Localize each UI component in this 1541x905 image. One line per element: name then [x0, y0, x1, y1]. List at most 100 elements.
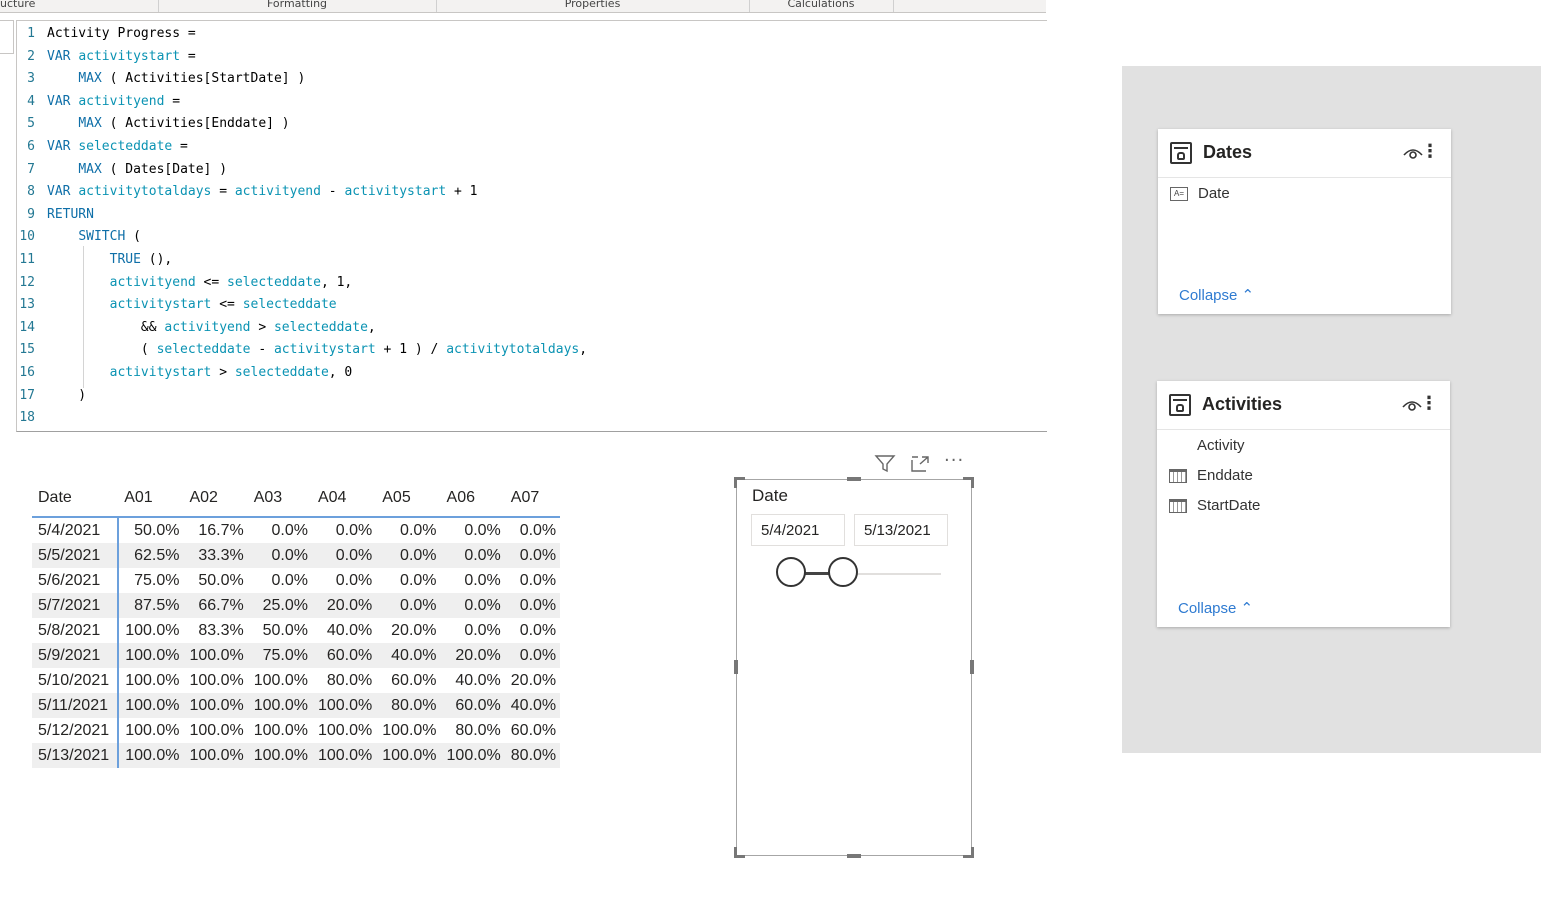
table-icon	[1170, 142, 1192, 164]
resize-handle-right[interactable]	[970, 660, 974, 674]
column-header[interactable]: A02	[183, 480, 248, 518]
cell-value: 33.3%	[183, 543, 248, 568]
table-card-dates[interactable]: Dates ⋮ A= Date Collapse ⌃	[1158, 129, 1451, 314]
code-lines: 1 Activity Progress = 2 VAR activitystart =…	[17, 23, 587, 430]
table-card-header[interactable]: Activities ⋮	[1157, 381, 1450, 430]
column-header[interactable]: A03	[247, 480, 312, 518]
code-line[interactable]: 7 MAX ( Dates[Date] )	[17, 159, 587, 182]
resize-handle-top[interactable]	[847, 477, 861, 481]
code-text: Activity Progress =	[47, 26, 196, 41]
cell-value: 50.0%	[198, 571, 244, 589]
table-card-activities[interactable]: Activities ⋮ Activity Enddate StartDate …	[1157, 381, 1450, 627]
cell-value: 100.0%	[247, 743, 312, 768]
code-text: && activityend > selecteddate,	[47, 313, 376, 343]
visibility-eye-icon[interactable]	[1403, 145, 1423, 164]
cell-value: 100.0%	[118, 743, 184, 768]
cell-value: 80.0%	[504, 743, 561, 768]
code-text: activityend <= selecteddate, 1,	[47, 268, 352, 298]
tab-calculations[interactable]: Calculations	[749, 0, 893, 11]
end-date-input[interactable]: 5/13/2021	[854, 514, 948, 546]
code-line[interactable]: 1 Activity Progress =	[17, 23, 587, 46]
line-number: 7	[27, 161, 35, 177]
column-header[interactable]: A05	[376, 480, 441, 518]
line-number: 16	[19, 364, 35, 380]
table-row: 5/7/2021 87.5% 66.7% 25.0% 20.0% 0.0% 0.0% 0.0%	[32, 593, 561, 618]
tab-structure[interactable]: ucture	[0, 0, 40, 11]
table-card-header[interactable]: Dates ⋮	[1158, 129, 1451, 178]
field-date[interactable]: A= Date	[1170, 185, 1230, 202]
code-line[interactable]: 2 VAR activitystart =	[17, 46, 587, 69]
date-slicer[interactable]: Date 5/4/2021 5/13/2021	[734, 477, 974, 858]
code-line[interactable]: 18	[17, 407, 587, 430]
field-activity[interactable]: Activity	[1169, 437, 1245, 454]
cell-value: 50.0%	[134, 521, 180, 539]
more-options-icon[interactable]: ⋮	[1421, 141, 1439, 162]
code-line[interactable]: 3 MAX ( Activities[StartDate] )	[17, 68, 587, 91]
table-icon	[1169, 394, 1191, 416]
code-line[interactable]: 14 && activityend > selecteddate,	[17, 313, 587, 343]
matrix-visual[interactable]: Date A01 A02 A03 A04 A05 A06 A07 5/4/2021 50.0% 1…	[32, 480, 561, 768]
slider-end-handle[interactable]	[828, 557, 858, 587]
tab-formatting[interactable]: Formatting	[158, 0, 436, 11]
code-line[interactable]: 17 )	[17, 385, 587, 408]
code-line[interactable]: 4 VAR activityend =	[17, 91, 587, 114]
cell-value: 100.0%	[118, 693, 184, 718]
code-line[interactable]: 5 MAX ( Activities[Enddate] )	[17, 113, 587, 136]
cell-value: 100.0%	[247, 693, 312, 718]
resize-corner[interactable]	[963, 847, 974, 858]
start-date-input[interactable]: 5/4/2021	[751, 514, 845, 546]
column-header[interactable]: Date	[32, 480, 119, 518]
cell-value: 100.0%	[189, 721, 244, 739]
tab-properties[interactable]: Properties	[436, 0, 749, 11]
code-line[interactable]: 13 activitystart <= selecteddate	[17, 291, 587, 320]
resize-handle-bottom[interactable]	[847, 854, 861, 858]
table-row: 5/6/2021 75.0% 50.0% 0.0% 0.0% 0.0% 0.0% 0.0%	[32, 568, 560, 593]
code-line[interactable]: 6 VAR selecteddate =	[17, 136, 587, 159]
table-name: Dates	[1203, 142, 1253, 162]
code-line[interactable]: 15 ( selecteddate - activitystart + 1 ) …	[17, 336, 587, 365]
cell-value: 0.0%	[376, 593, 441, 618]
slider-start-handle[interactable]	[776, 557, 806, 587]
cell-value: 100.0%	[440, 743, 505, 768]
resize-handle-left[interactable]	[734, 660, 738, 674]
code-line[interactable]: 9 RETURN	[17, 204, 587, 227]
code-line[interactable]: 16 activitystart > selecteddate, 0	[17, 358, 587, 388]
resize-corner[interactable]	[963, 477, 974, 488]
code-line[interactable]: 10 SWITCH (	[17, 226, 587, 249]
resize-corner[interactable]	[734, 477, 745, 488]
code-line[interactable]: 12 activityend <= selecteddate, 1,	[17, 268, 587, 298]
cell-value: 40.0%	[504, 693, 561, 718]
row-date: 5/13/2021	[32, 743, 120, 768]
line-number: 2	[27, 48, 35, 64]
code-line[interactable]: 8 VAR activitytotaldays = activityend - a…	[17, 181, 587, 204]
focus-mode-icon[interactable]	[910, 454, 930, 478]
collapse-link[interactable]: Collapse ⌃	[1178, 599, 1253, 617]
cell-value: 100.0%	[253, 721, 308, 739]
code-text: ( selecteddate - activitystart + 1 ) / a…	[47, 336, 587, 365]
field-enddate[interactable]: Enddate	[1169, 467, 1253, 484]
code-text: VAR activitystart =	[47, 48, 196, 64]
column-header[interactable]: A04	[311, 480, 377, 518]
cell-value: 60.0%	[510, 721, 557, 739]
visibility-eye-icon[interactable]	[1402, 397, 1422, 416]
line-number: 8	[27, 184, 35, 200]
cell-value: 0.0%	[464, 621, 501, 639]
column-header[interactable]: A07	[504, 480, 561, 518]
more-options-icon[interactable]: ···	[944, 450, 964, 471]
code-line[interactable]: 11 TRUE (),	[17, 245, 587, 275]
field-startdate[interactable]: StartDate	[1169, 497, 1260, 514]
code-text: activitystart > selecteddate, 0	[47, 358, 352, 388]
column-header[interactable]: A01	[118, 480, 184, 518]
table-row: 5/11/2021 100.0% 100.0% 100.0% 100.0% 80.0% 60…	[32, 693, 561, 718]
cell-value: 100.0%	[118, 643, 184, 668]
column-header[interactable]: A06	[440, 480, 505, 518]
more-options-icon[interactable]: ⋮	[1420, 393, 1438, 414]
cell-value: 100.0%	[311, 743, 377, 768]
cell-value: 100.0%	[382, 721, 437, 739]
resize-corner[interactable]	[734, 847, 745, 858]
formula-editor[interactable]: 1 Activity Progress = 2 VAR activitystart =…	[16, 20, 1047, 432]
filter-icon[interactable]	[874, 454, 896, 478]
model-view-canvas[interactable]: Dates ⋮ A= Date Collapse ⌃ Activities ⋮ A…	[1122, 66, 1541, 753]
code-text: TRUE (),	[47, 245, 172, 275]
collapse-link[interactable]: Collapse ⌃	[1179, 286, 1254, 304]
